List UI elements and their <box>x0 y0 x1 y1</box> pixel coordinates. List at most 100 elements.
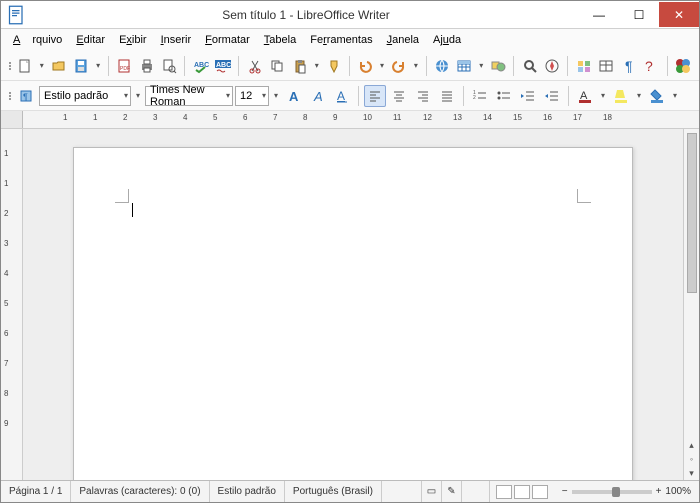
status-selection-mode[interactable]: ▭ <box>422 481 442 502</box>
font-name-combo[interactable]: Times New Roman▾ <box>145 86 233 106</box>
prev-page-icon[interactable]: ▴ <box>685 438 699 452</box>
undo-dropdown[interactable]: ▾ <box>377 61 386 70</box>
menu-file[interactable]: Arquivo <box>7 32 68 48</box>
help-button[interactable] <box>673 55 694 77</box>
menu-window[interactable]: Janela <box>381 32 425 48</box>
svg-text:A: A <box>313 89 323 104</box>
new-doc-button[interactable] <box>15 55 36 77</box>
paste-dropdown[interactable]: ▾ <box>312 61 321 70</box>
vertical-ruler[interactable]: 1123456789 <box>1 129 23 480</box>
next-page-icon[interactable]: ▾ <box>685 466 699 480</box>
underline-button[interactable]: A <box>331 85 353 107</box>
style-dropdown[interactable]: ▾ <box>133 91 143 100</box>
new-doc-dropdown[interactable]: ▾ <box>37 61 46 70</box>
paragraph-style-combo[interactable]: Estilo padrão▾ <box>39 86 131 106</box>
svg-text:ABC: ABC <box>194 62 209 69</box>
autospellcheck-button[interactable]: ABCABC <box>213 55 234 77</box>
align-left-button[interactable] <box>364 85 386 107</box>
redo-button[interactable] <box>389 55 410 77</box>
cut-button[interactable] <box>244 55 265 77</box>
paste-button[interactable] <box>290 55 311 77</box>
find-replace-button[interactable] <box>519 55 540 77</box>
table-button[interactable] <box>454 55 475 77</box>
increase-indent-button[interactable] <box>517 85 539 107</box>
svg-text:PDF: PDF <box>120 66 130 72</box>
align-right-button[interactable] <box>412 85 434 107</box>
window-title: Sem título 1 - LibreOffice Writer <box>33 8 579 22</box>
styles-button[interactable]: ¶ <box>15 85 37 107</box>
numbered-list-button[interactable]: 12 <box>469 85 491 107</box>
status-bar: Página 1 / 1 Palavras (caracteres): 0 (0… <box>1 480 699 502</box>
svg-text:¶: ¶ <box>625 58 633 74</box>
menu-table[interactable]: Tabela <box>258 32 302 48</box>
page[interactable] <box>73 147 633 480</box>
svg-text:A: A <box>337 89 345 103</box>
font-color-button[interactable]: A <box>574 85 596 107</box>
status-words[interactable]: Palavras (caracteres): 0 (0) <box>71 481 209 502</box>
status-signature[interactable]: ✎ <box>442 481 462 502</box>
background-color-dropdown[interactable]: ▾ <box>670 91 680 100</box>
menu-edit[interactable]: Editar <box>70 32 111 48</box>
maximize-button[interactable]: ☐ <box>619 2 659 27</box>
export-pdf-button[interactable]: PDF <box>114 55 135 77</box>
view-single-page-button[interactable] <box>496 485 512 499</box>
toolbar-grip[interactable] <box>7 92 13 100</box>
font-color-dropdown[interactable]: ▾ <box>598 91 608 100</box>
menu-help[interactable]: Ajuda <box>427 32 467 48</box>
status-style[interactable]: Estilo padrão <box>210 481 285 502</box>
redo-dropdown[interactable]: ▾ <box>411 61 420 70</box>
gallery-button[interactable] <box>573 55 594 77</box>
status-insert-mode[interactable] <box>382 481 422 502</box>
size-dropdown[interactable]: ▾ <box>271 91 281 100</box>
navigator-button[interactable] <box>542 55 563 77</box>
view-multi-page-button[interactable] <box>514 485 530 499</box>
svg-text:¶: ¶ <box>23 92 28 102</box>
spellcheck-button[interactable]: ABC <box>190 55 211 77</box>
menu-insert[interactable]: Inserir <box>155 32 198 48</box>
highlight-button[interactable] <box>610 85 632 107</box>
save-button[interactable] <box>71 55 92 77</box>
highlight-dropdown[interactable]: ▾ <box>634 91 644 100</box>
open-button[interactable] <box>48 55 69 77</box>
format-paintbrush-button[interactable] <box>323 55 344 77</box>
font-size-combo[interactable]: 12▾ <box>235 86 269 106</box>
background-color-button[interactable] <box>646 85 668 107</box>
standard-toolbar: ▾ ▾ PDF ABC ABCABC ▾ ▾ ▾ ▾ ¶ ? <box>1 51 699 81</box>
zoom-level[interactable]: 100% <box>665 486 691 497</box>
menu-format[interactable]: Formatar <box>199 32 256 48</box>
bullet-list-button[interactable] <box>493 85 515 107</box>
zoom-out-icon[interactable]: − <box>562 486 568 497</box>
zoom-button[interactable]: ? <box>641 55 662 77</box>
status-language[interactable]: Português (Brasil) <box>285 481 382 502</box>
hyperlink-button[interactable] <box>431 55 452 77</box>
save-dropdown[interactable]: ▾ <box>94 61 103 70</box>
zoom-in-icon[interactable]: + <box>656 486 662 497</box>
data-sources-button[interactable] <box>596 55 617 77</box>
copy-button[interactable] <box>267 55 288 77</box>
table-dropdown[interactable]: ▾ <box>477 61 486 70</box>
nonprinting-chars-button[interactable]: ¶ <box>619 55 640 77</box>
view-book-button[interactable] <box>532 485 548 499</box>
text-cursor <box>132 203 133 217</box>
document-area[interactable] <box>23 129 683 480</box>
close-button[interactable]: ✕ <box>659 2 699 27</box>
nav-target-icon[interactable]: ◦ <box>685 452 699 466</box>
menu-view[interactable]: Exibir <box>113 32 153 48</box>
align-justify-button[interactable] <box>436 85 458 107</box>
undo-button[interactable] <box>355 55 376 77</box>
show-draw-functions-button[interactable] <box>488 55 509 77</box>
italic-button[interactable]: A <box>307 85 329 107</box>
status-page[interactable]: Página 1 / 1 <box>1 481 71 502</box>
bold-button[interactable]: A <box>283 85 305 107</box>
print-button[interactable] <box>136 55 157 77</box>
horizontal-ruler[interactable]: 1123456789101112131415161718 <box>1 111 699 129</box>
toolbar-grip[interactable] <box>7 62 13 70</box>
print-preview-button[interactable] <box>159 55 180 77</box>
menu-tools[interactable]: Ferramentas <box>304 32 378 48</box>
align-center-button[interactable] <box>388 85 410 107</box>
zoom-slider[interactable] <box>572 490 652 494</box>
decrease-indent-button[interactable] <box>541 85 563 107</box>
minimize-button[interactable]: — <box>579 2 619 27</box>
vertical-scrollbar[interactable]: ▴ ◦ ▾ <box>683 129 699 480</box>
scroll-thumb[interactable] <box>687 133 697 293</box>
